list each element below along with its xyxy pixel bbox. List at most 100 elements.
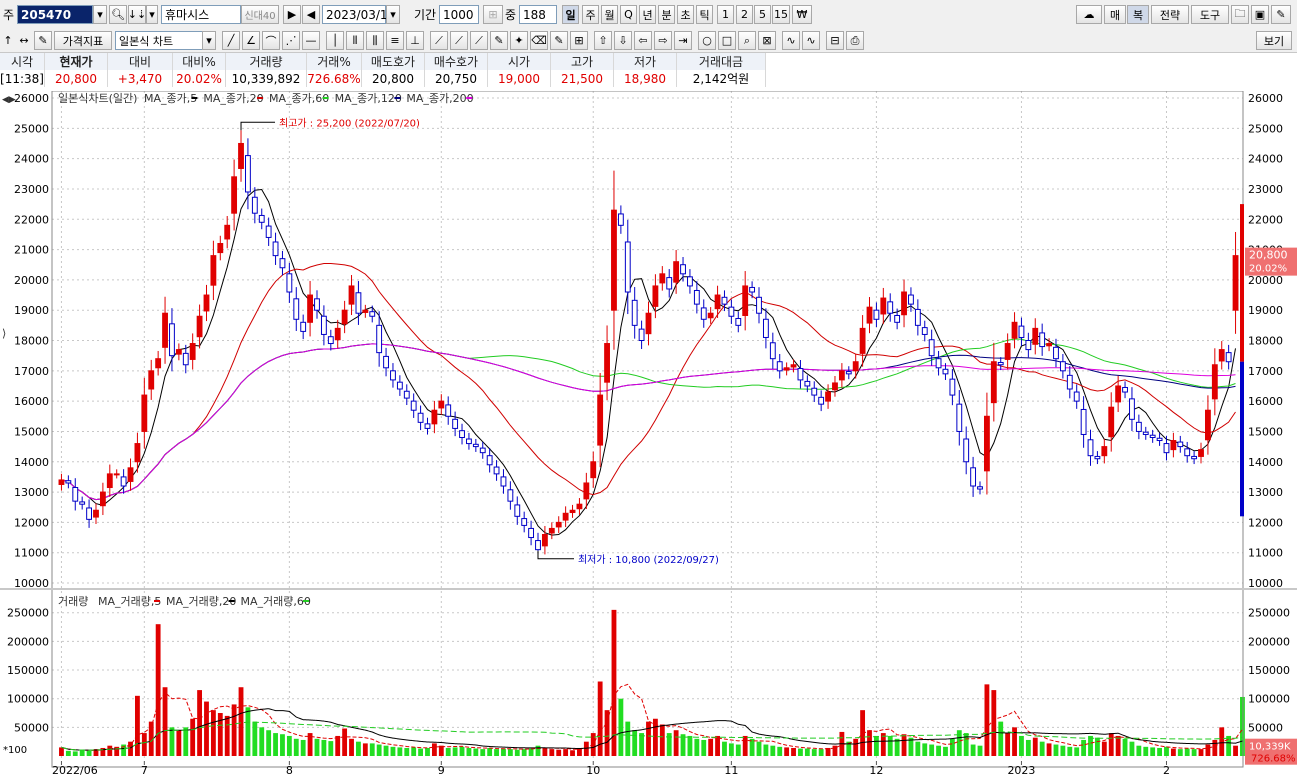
- circle-icon[interactable]: ○: [698, 31, 716, 50]
- buy-button[interactable]: 매: [1104, 5, 1126, 24]
- view-button[interactable]: 보기: [1256, 31, 1292, 50]
- volume-bar: [549, 749, 555, 756]
- candle-body: [908, 294, 914, 305]
- candle-body: [58, 479, 65, 485]
- text-memo-icon[interactable]: ✎: [550, 31, 568, 50]
- print-icon[interactable]: ⎙: [846, 31, 864, 50]
- eraser-icon[interactable]: ⌫: [530, 31, 548, 50]
- volume-bar: [998, 721, 1004, 756]
- candle-body: [707, 312, 714, 319]
- properties-icon[interactable]: ⊟: [826, 31, 844, 50]
- timeframe-Q[interactable]: Q: [620, 5, 637, 24]
- currency-icon[interactable]: ₩: [792, 5, 812, 24]
- price-ma-legend-1: MA_종가,20: [203, 92, 263, 105]
- next-stock-arrow-icon[interactable]: ▶: [283, 5, 301, 24]
- panel-splitter[interactable]: [0, 588, 1297, 590]
- signal-icon[interactable]: ⇥: [674, 31, 692, 50]
- timeframe-1[interactable]: 1: [717, 5, 734, 24]
- wave-icon[interactable]: ∿: [782, 31, 800, 50]
- pitchfork-icon[interactable]: ⟋: [470, 31, 488, 50]
- fan-icon[interactable]: ⋰: [282, 31, 300, 50]
- quote-header-5: 거래%: [306, 53, 362, 70]
- channel-icon[interactable]: ⫴: [346, 31, 364, 50]
- volume-bar: [535, 745, 541, 756]
- folder-icon[interactable]: 🗀︎: [1231, 5, 1249, 24]
- sort-dropdown-chevron-icon[interactable]: ▾: [146, 5, 158, 24]
- cross-icon[interactable]: ⊞: [570, 31, 588, 50]
- parallel-icon[interactable]: ⟋: [430, 31, 448, 50]
- horizontal-line-icon[interactable]: —: [302, 31, 320, 50]
- arc-icon[interactable]: ⌒: [262, 31, 280, 50]
- timeframe-월[interactable]: 월: [601, 5, 618, 24]
- stock-code-input[interactable]: 205470: [17, 5, 93, 24]
- period-input[interactable]: 1000: [439, 5, 479, 24]
- chart-type-select[interactable]: 일본식 차트: [115, 31, 203, 50]
- drawing-toolbar: ↑ ↔ ✎ 가격지표 일본식 차트 ▾ ╱ ∠ ⌒ ⋰ — │ ⫴ ⫼ ≡ ⊥ ⟋ ⟋ ⟋ ✎ ✦ ⌫ ✎ ⊞ ⇧ ⇩…: [0, 28, 1297, 53]
- fibo-time-icon[interactable]: ⫼: [366, 31, 384, 50]
- date-field[interactable]: 2023/03/13: [322, 5, 395, 24]
- candle-body: [106, 473, 113, 489]
- indicator-button[interactable]: 가격지표: [54, 31, 112, 50]
- quote-header-row: 시각 현재가 대비 대비% 거래량 거래% 매도호가 매수호가 시가 고가 저가 거래대금: [0, 53, 766, 70]
- last-pct-tag: 20.02%: [1249, 264, 1287, 275]
- star-icon[interactable]: ✦: [510, 31, 528, 50]
- chart-toggle-icon: ⟩: [2, 327, 6, 340]
- regression-icon[interactable]: ⟋: [450, 31, 468, 50]
- candle-body: [1122, 386, 1128, 393]
- delete-icon[interactable]: ⊠: [758, 31, 776, 50]
- timeframe-15[interactable]: 15: [772, 5, 790, 24]
- wrench-icon[interactable]: ✎: [1271, 5, 1291, 24]
- up-arrow-icon[interactable]: ⇧: [594, 31, 612, 50]
- right-arrow-icon[interactable]: ⇨: [654, 31, 672, 50]
- timeframe-주[interactable]: 주: [582, 5, 599, 24]
- expand-horizontal-icon[interactable]: ↔: [15, 31, 33, 50]
- volume-bar: [970, 744, 976, 756]
- rectangle-icon[interactable]: □: [718, 31, 736, 50]
- candle-body: [459, 430, 465, 438]
- search-icon[interactable]: 🔍︎: [109, 5, 127, 24]
- left-arrow-icon[interactable]: ⇦: [634, 31, 652, 50]
- chart-type-chevron-icon[interactable]: ▾: [202, 31, 216, 50]
- timeframe-분[interactable]: 분: [658, 5, 675, 24]
- price-tick-right: 14000: [1248, 456, 1283, 469]
- gann-icon[interactable]: ⊥: [406, 31, 424, 50]
- tools-button[interactable]: 도구: [1191, 5, 1229, 24]
- sort-arrows-icon[interactable]: ↓⇣: [128, 5, 146, 24]
- save-icon[interactable]: ▣: [1251, 5, 1269, 24]
- timeframe-2[interactable]: 2: [736, 5, 753, 24]
- candle-body: [541, 534, 548, 547]
- cloud-icon[interactable]: ☁: [1076, 5, 1102, 24]
- vertical-line-icon[interactable]: │: [326, 31, 344, 50]
- last-volume-pct-tag: 726.68%: [1251, 754, 1296, 765]
- timeframe-일[interactable]: 일: [562, 5, 579, 24]
- price-tick-right: 26000: [1248, 92, 1283, 105]
- zoom-icon[interactable]: ⊞: [483, 5, 503, 24]
- count-input[interactable]: 188: [519, 5, 557, 24]
- angle-line-icon[interactable]: ∠: [242, 31, 260, 50]
- wave2-icon[interactable]: ∿: [802, 31, 820, 50]
- stock-name-field[interactable]: 휴마시스: [161, 5, 241, 24]
- code-dropdown-chevron-icon[interactable]: ▾: [93, 5, 107, 24]
- stock-chart[interactable]: 10000 10000 11000 11000 12000 12000 13000 13000…: [0, 91, 1297, 778]
- pencil-icon[interactable]: ✎: [490, 31, 508, 50]
- magnifier-icon[interactable]: ⌕: [738, 31, 756, 50]
- volume-bar: [936, 745, 941, 756]
- trendline-icon[interactable]: ╱: [222, 31, 240, 50]
- price-tick-left: 10000: [14, 577, 49, 590]
- candle-body: [1177, 441, 1184, 448]
- timeframe-초[interactable]: 초: [677, 5, 694, 24]
- date-dropdown-chevron-icon[interactable]: ▾: [386, 5, 400, 24]
- strategy-button[interactable]: 전략: [1151, 5, 1189, 24]
- volume-bar: [197, 690, 202, 756]
- timeframe-틱[interactable]: 틱: [696, 5, 713, 24]
- edit-icon[interactable]: ✎: [34, 31, 52, 50]
- timeframe-5[interactable]: 5: [754, 5, 771, 24]
- volume-bar: [397, 747, 403, 756]
- down-arrow-icon[interactable]: ⇩: [614, 31, 632, 50]
- up-arrow-icon[interactable]: ↑: [1, 31, 15, 50]
- fibo-icon[interactable]: ≡: [386, 31, 404, 50]
- multi-button[interactable]: 복: [1127, 5, 1149, 24]
- timeframe-년[interactable]: 년: [639, 5, 656, 24]
- volume-bar: [252, 721, 258, 756]
- prev-stock-arrow-icon[interactable]: ◀: [302, 5, 320, 24]
